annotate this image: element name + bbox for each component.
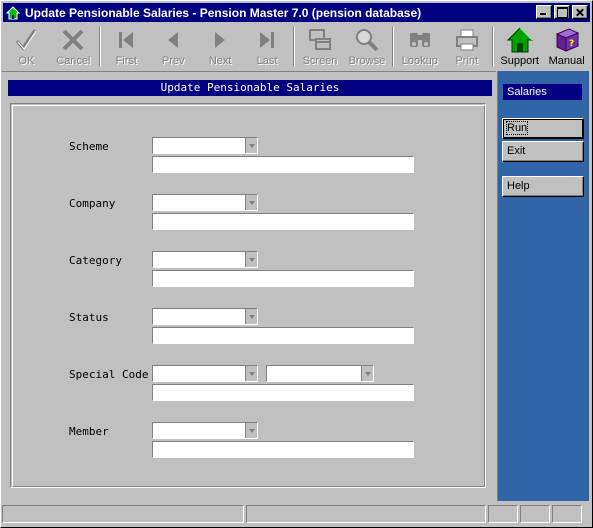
special-code-combo-2[interactable] (266, 365, 374, 382)
category-description-field[interactable] (152, 270, 414, 287)
close-button[interactable] (572, 5, 588, 19)
toolbar-separator (98, 27, 101, 67)
check-icon (12, 26, 40, 54)
chevron-down-icon[interactable] (245, 423, 257, 438)
help-label: Help (507, 180, 530, 192)
maximize-button[interactable] (554, 5, 570, 19)
screen-icon (306, 26, 334, 54)
cancel-button[interactable]: Cancel (50, 24, 97, 70)
category-combo[interactable] (152, 251, 258, 268)
scheme-description-field[interactable] (152, 156, 414, 173)
status-cell-2 (246, 505, 486, 523)
status-label: Status (69, 311, 109, 324)
member-description-field[interactable] (152, 441, 414, 458)
status-cell-3 (488, 505, 518, 523)
printer-icon (453, 26, 481, 54)
next-icon (206, 26, 234, 54)
scheme-combo[interactable] (152, 137, 258, 154)
run-button[interactable]: Run (502, 118, 584, 139)
lookup-button[interactable]: Lookup (396, 24, 443, 70)
window-title: Update Pensionable Salaries - Pension Ma… (25, 5, 422, 20)
title-bar: Update Pensionable Salaries - Pension Ma… (3, 3, 590, 22)
member-label: Member (69, 425, 109, 438)
company-label: Company (69, 197, 116, 210)
x-icon (59, 26, 87, 54)
company-combo[interactable] (152, 194, 258, 211)
toolbar-separator (392, 27, 395, 67)
screen-label: Screen (302, 55, 338, 67)
run-label: Run (505, 121, 529, 135)
prev-button[interactable]: Prev (150, 24, 197, 70)
binoculars-icon (406, 26, 434, 54)
lookup-label: Lookup (401, 55, 438, 67)
manual-button[interactable]: ? Manual (543, 24, 590, 70)
minimize-button[interactable] (536, 5, 552, 19)
side-panel-title: Salaries (503, 84, 582, 100)
app-house-icon (5, 5, 21, 21)
chevron-down-icon[interactable] (245, 138, 257, 153)
book-icon: ? (553, 26, 581, 54)
exit-button[interactable]: Exit (502, 141, 584, 162)
svg-text:?: ? (569, 39, 574, 49)
browse-label: Browse (348, 55, 386, 67)
last-icon (253, 26, 281, 54)
panel-header: Update Pensionable Salaries (8, 80, 492, 96)
status-cell-1 (2, 505, 244, 523)
cancel-label: Cancel (56, 55, 91, 67)
toolbar-separator (292, 27, 295, 67)
scheme-label: Scheme (69, 140, 109, 153)
next-button[interactable]: Next (197, 24, 244, 70)
special-code-description-field[interactable] (152, 384, 414, 401)
chevron-down-icon[interactable] (245, 309, 257, 324)
status-description-field[interactable] (152, 327, 414, 344)
exit-label: Exit (507, 145, 526, 157)
support-label: Support (500, 55, 539, 67)
house-icon (506, 26, 534, 54)
chevron-down-icon[interactable] (245, 195, 257, 210)
category-label: Category (69, 254, 122, 267)
chevron-down-icon[interactable] (245, 252, 257, 267)
first-button[interactable]: First (103, 24, 150, 70)
ok-label: OK (18, 55, 35, 67)
last-button[interactable]: Last (244, 24, 291, 70)
browse-button[interactable]: Browse (343, 24, 390, 70)
next-label: Next (208, 55, 232, 67)
special-code-combo[interactable] (152, 365, 258, 382)
status-combo[interactable] (152, 308, 258, 325)
print-label: Print (455, 55, 479, 67)
chevron-down-icon[interactable] (245, 366, 257, 381)
screen-button[interactable]: Screen (297, 24, 344, 70)
toolbar: OK Cancel First Prev Next Last Screen Br… (3, 24, 590, 70)
prev-icon (159, 26, 187, 54)
member-combo[interactable] (152, 422, 258, 439)
ok-button[interactable]: OK (3, 24, 50, 70)
manual-label: Manual (548, 55, 585, 67)
company-description-field[interactable] (152, 213, 414, 230)
print-button[interactable]: Print (443, 24, 490, 70)
chevron-down-icon[interactable] (361, 366, 373, 381)
first-label: First (115, 55, 137, 67)
special-code-label: Special Code (69, 368, 149, 381)
magnifier-icon (353, 26, 381, 54)
help-button[interactable]: Help (502, 176, 584, 197)
toolbar-separator (492, 27, 495, 67)
last-label: Last (256, 55, 278, 67)
prev-label: Prev (161, 55, 185, 67)
status-bar (2, 503, 589, 524)
status-cell-4 (520, 505, 550, 523)
first-icon (112, 26, 140, 54)
status-cell-5 (552, 505, 582, 523)
support-button[interactable]: Support (496, 24, 543, 70)
